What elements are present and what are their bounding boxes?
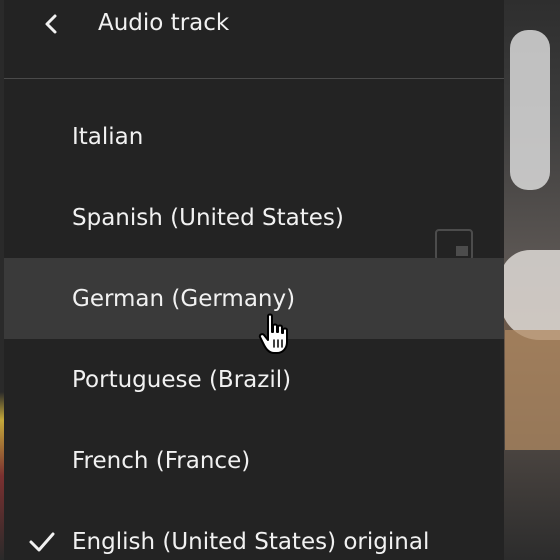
menu-item-french-france[interactable]: French (France) <box>4 420 504 501</box>
menu-item-english-united-states-original[interactable]: English (United States) original <box>4 501 504 560</box>
chevron-left-icon[interactable] <box>40 12 64 36</box>
menu-item-label: Italian <box>72 124 144 150</box>
audio-track-menu: Audio track Italian Spanish (United Stat… <box>4 0 504 560</box>
menu-item-label: French (France) <box>72 448 251 474</box>
menu-title: Audio track <box>98 10 230 36</box>
checkmark-icon <box>29 532 55 552</box>
audio-track-list: Italian Spanish (United States) German (… <box>4 96 504 560</box>
video-background <box>500 0 560 560</box>
menu-item-german-germany[interactable]: German (Germany) <box>4 258 504 339</box>
menu-item-label: English (United States) original <box>72 529 430 555</box>
menu-item-label: Spanish (United States) <box>72 205 344 231</box>
menu-item-label: Portuguese (Brazil) <box>72 367 292 393</box>
menu-item-italian[interactable]: Italian <box>4 96 504 177</box>
menu-item-portuguese-brazil[interactable]: Portuguese (Brazil) <box>4 339 504 420</box>
video-player: Audio track Italian Spanish (United Stat… <box>0 0 560 560</box>
menu-item-spanish-united-states[interactable]: Spanish (United States) <box>4 177 504 258</box>
menu-header-back-button[interactable]: Audio track <box>4 0 504 79</box>
menu-item-label: German (Germany) <box>72 286 296 312</box>
